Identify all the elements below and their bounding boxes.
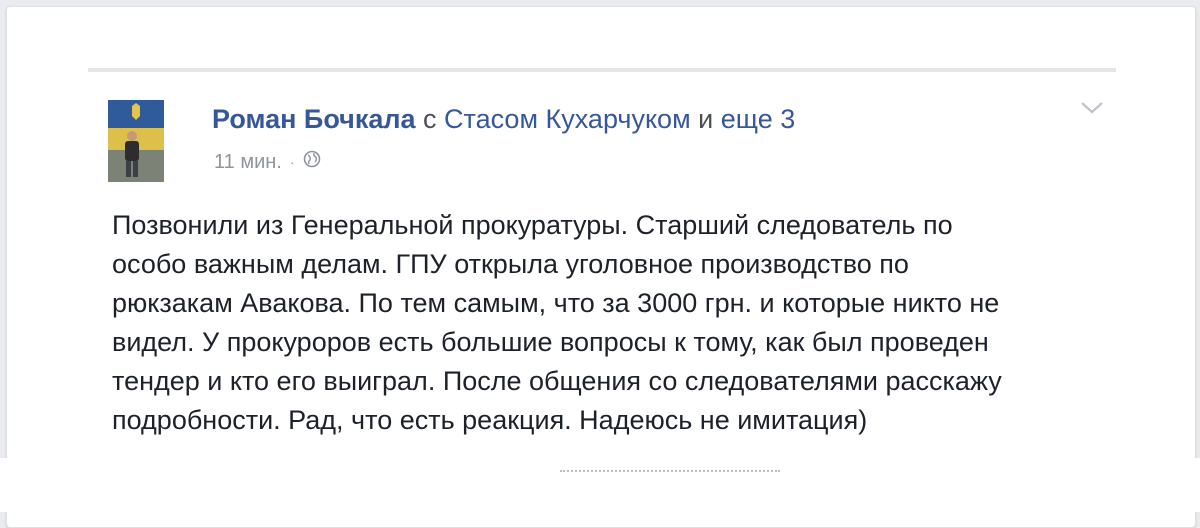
- timestamp-link[interactable]: 11 мин.: [214, 151, 282, 174]
- tagged-person-link[interactable]: Стасом Кухарчуком: [444, 104, 691, 134]
- meta-separator: ·: [289, 154, 295, 170]
- author-name-link[interactable]: Роман Бочкала: [212, 104, 416, 134]
- post-footer: [0, 458, 1200, 512]
- globe-icon[interactable]: [303, 150, 321, 174]
- post-header: Роман Бочкала с Стасом Кухарчуком и еще …: [212, 104, 795, 135]
- footer-divider: [560, 470, 780, 476]
- others-link[interactable]: еще 3: [721, 104, 795, 134]
- post-text-line: особо важным делам. ГПУ открыла уголовно…: [112, 249, 909, 279]
- post-text-line: тендер и кто его выиграл. После общения …: [112, 366, 1002, 396]
- post-body: Позвонили из Генеральной прокуратуры. Ст…: [112, 206, 1112, 440]
- and-word: и: [698, 104, 714, 134]
- post-text-line: подробности. Рад, что есть реакция. Наде…: [112, 405, 868, 435]
- post-text-line: видел. У прокуроров есть большие вопросы…: [112, 327, 989, 357]
- post-text-line: рюкзакам Авакова. По тем самым, что за 3…: [112, 288, 1000, 318]
- avatar-photo: [108, 100, 164, 182]
- post-text-line: Позвонили из Генеральной прокуратуры. Ст…: [112, 210, 953, 240]
- avatar[interactable]: [108, 100, 164, 182]
- with-word: с: [423, 104, 437, 134]
- post-meta: 11 мин. ·: [214, 150, 321, 174]
- chevron-down-icon[interactable]: [1078, 98, 1106, 118]
- divider: [88, 68, 1116, 72]
